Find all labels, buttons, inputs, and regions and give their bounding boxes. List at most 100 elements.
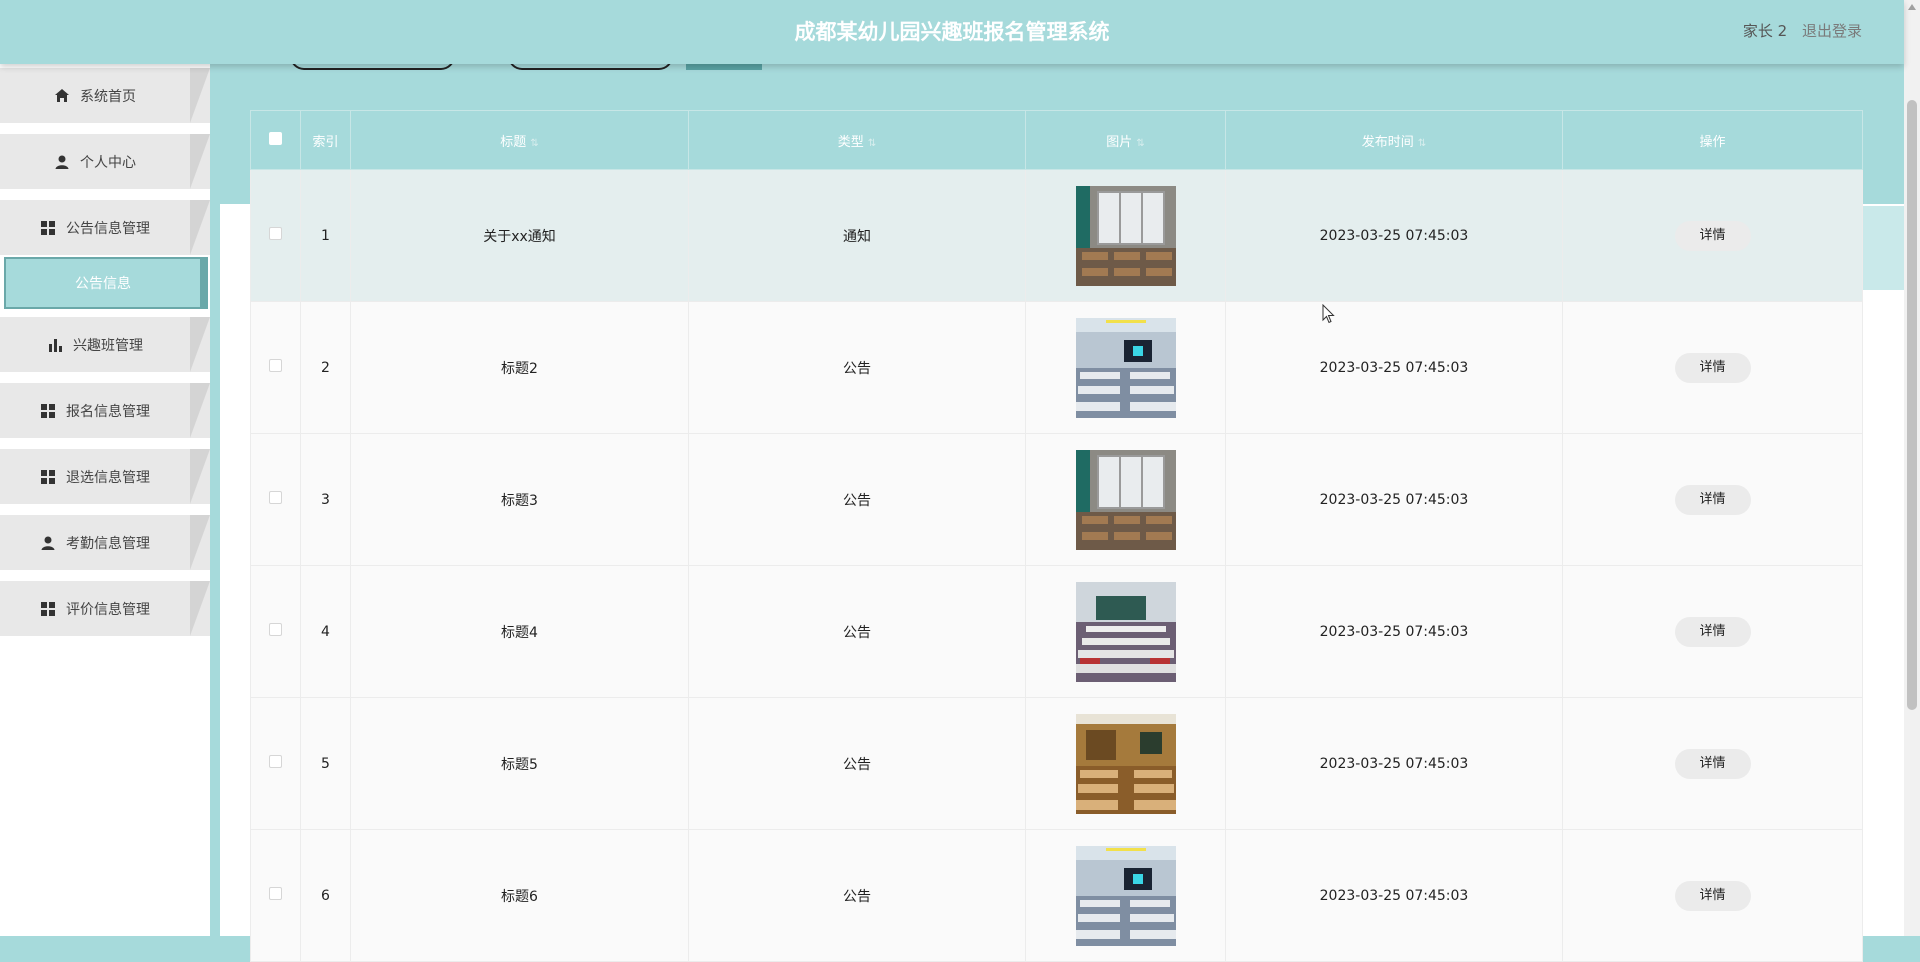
column-header-title[interactable]: 标题 ⇅: [350, 110, 689, 170]
column-header-index: 索引: [300, 110, 351, 170]
detail-button[interactable]: 详情: [1674, 220, 1751, 251]
sidebar: 系统首页 个人中心 公告信息管理 公告信息 兴趣班管理 报名信息管理 退选信息管…: [0, 64, 210, 936]
thumbnail-image[interactable]: [1075, 845, 1176, 946]
row-select-cell[interactable]: [250, 301, 301, 434]
classroom-photo: [1075, 845, 1176, 946]
cell-index: 5: [300, 697, 351, 830]
bar-chart-icon: [49, 338, 62, 352]
table-row[interactable]: 4 标题4 公告 2023-03-25 07:45:03 详情: [250, 565, 1863, 698]
cell-actions: 详情: [1562, 565, 1863, 698]
cell-index: 3: [300, 433, 351, 566]
detail-button[interactable]: 详情: [1674, 484, 1751, 515]
app-title: 成都某幼儿园兴趣班报名管理系统: [794, 20, 1110, 44]
row-select-cell[interactable]: [250, 433, 301, 566]
mouse-cursor-icon: [1322, 304, 1335, 324]
row-checkbox[interactable]: [269, 227, 282, 240]
page-scrollbar[interactable]: [1904, 0, 1920, 936]
sidebar-item-label: 系统首页: [80, 88, 136, 105]
sidebar-item-class[interactable]: 兴趣班管理: [0, 317, 210, 372]
table-row[interactable]: 6 标题6 公告 2023-03-25 07:45:03 详情: [250, 829, 1863, 962]
cell-index: 4: [300, 565, 351, 698]
sidebar-item-home[interactable]: 系统首页: [0, 68, 210, 123]
sidebar-item-signup[interactable]: 报名信息管理: [0, 383, 210, 438]
home-icon: [55, 88, 69, 102]
sidebar-subitem-label: 公告信息: [75, 276, 131, 292]
cell-actions: 详情: [1562, 829, 1863, 962]
sidebar-item-label: 兴趣班管理: [73, 337, 143, 354]
detail-button[interactable]: 详情: [1674, 748, 1751, 779]
sidebar-item-notice[interactable]: 公告信息管理: [0, 200, 210, 255]
grid-icon: [41, 403, 55, 418]
table-row[interactable]: 2 标题2 公告 2023-03-25 07:45:03 详情: [250, 301, 1863, 434]
select-all-checkbox[interactable]: [269, 131, 282, 145]
sidebar-subitem-notice-info[interactable]: 公告信息: [4, 257, 208, 309]
top-header: 成都某幼儿园兴趣班报名管理系统 家长 2 退出登录: [0, 0, 1904, 64]
cell-title: 标题5: [350, 697, 689, 830]
select-all-cell[interactable]: [250, 110, 301, 170]
row-select-cell[interactable]: [250, 697, 301, 830]
grid-icon: [41, 469, 55, 484]
sidebar-item-label: 退选信息管理: [66, 469, 150, 486]
thumbnail-image[interactable]: [1075, 713, 1176, 814]
scroll-up-arrow[interactable]: [1908, 4, 1916, 10]
detail-button[interactable]: 详情: [1674, 616, 1751, 647]
classroom-photo: [1075, 185, 1176, 286]
row-checkbox[interactable]: [269, 623, 282, 636]
content-panel: 索引 标题 ⇅ 类型 ⇅ 图片 ⇅ 发布时间 ⇅ 操作 1 关于xx通知 通知 2023-03…: [220, 72, 1904, 962]
detail-button[interactable]: 详情: [1674, 880, 1751, 911]
cell-publish-time: 2023-03-25 07:45:03: [1225, 697, 1563, 830]
column-header-image[interactable]: 图片 ⇅: [1025, 110, 1226, 170]
user-icon: [41, 536, 55, 550]
cell-publish-time: 2023-03-25 07:45:03: [1225, 169, 1563, 302]
sidebar-item-label: 报名信息管理: [66, 403, 150, 420]
cell-type: 通知: [688, 169, 1026, 302]
cell-type: 公告: [688, 829, 1026, 962]
logout-link[interactable]: 退出登录: [1802, 22, 1862, 40]
cell-publish-time: 2023-03-25 07:45:03: [1225, 301, 1563, 434]
detail-button[interactable]: 详情: [1674, 352, 1751, 383]
cell-image: [1025, 697, 1226, 830]
sidebar-item-attendance[interactable]: 考勤信息管理: [0, 515, 210, 570]
cell-title: 标题2: [350, 301, 689, 434]
row-checkbox[interactable]: [269, 491, 282, 504]
table-row[interactable]: 1 关于xx通知 通知 2023-03-25 07:45:03 详情: [250, 169, 1863, 302]
column-header-actions: 操作: [1562, 110, 1863, 170]
scroll-thumb[interactable]: [1907, 100, 1917, 710]
cell-type: 公告: [688, 697, 1026, 830]
cell-image: [1025, 433, 1226, 566]
row-select-cell[interactable]: [250, 829, 301, 962]
cell-publish-time: 2023-03-25 07:45:03: [1225, 565, 1563, 698]
sort-icon[interactable]: ⇅: [530, 138, 538, 149]
thumbnail-image[interactable]: [1075, 581, 1176, 682]
cell-index: 2: [300, 301, 351, 434]
username: 家长 2: [1742, 22, 1788, 40]
cell-type: 公告: [688, 565, 1026, 698]
row-checkbox[interactable]: [269, 359, 282, 372]
cell-actions: 详情: [1562, 301, 1863, 434]
column-header-time[interactable]: 发布时间 ⇅: [1225, 110, 1563, 170]
table-row[interactable]: 5 标题5 公告 2023-03-25 07:45:03 详情: [250, 697, 1863, 830]
row-select-cell[interactable]: [250, 169, 301, 302]
row-checkbox[interactable]: [269, 755, 282, 768]
sidebar-item-withdraw[interactable]: 退选信息管理: [0, 449, 210, 504]
thumbnail-image[interactable]: [1075, 185, 1176, 286]
row-checkbox[interactable]: [269, 887, 282, 900]
thumbnail-image[interactable]: [1075, 317, 1176, 418]
cell-title: 关于xx通知: [350, 169, 689, 302]
table-row[interactable]: 3 标题3 公告 2023-03-25 07:45:03 详情: [250, 433, 1863, 566]
row-select-cell[interactable]: [250, 565, 301, 698]
sort-icon[interactable]: ⇅: [1418, 138, 1426, 149]
cell-title: 标题3: [350, 433, 689, 566]
classroom-photo: [1075, 713, 1176, 814]
grid-icon: [41, 601, 55, 616]
sidebar-item-evaluation[interactable]: 评价信息管理: [0, 581, 210, 636]
sort-icon[interactable]: ⇅: [868, 138, 876, 149]
thumbnail-image[interactable]: [1075, 449, 1176, 550]
user-icon: [55, 155, 69, 169]
notice-table: 索引 标题 ⇅ 类型 ⇅ 图片 ⇅ 发布时间 ⇅ 操作 1 关于xx通知 通知 2023-03…: [250, 110, 1863, 962]
cell-publish-time: 2023-03-25 07:45:03: [1225, 829, 1563, 962]
sidebar-item-label: 个人中心: [80, 154, 136, 171]
sort-icon[interactable]: ⇅: [1136, 138, 1144, 149]
column-header-type[interactable]: 类型 ⇅: [688, 110, 1026, 170]
sidebar-item-profile[interactable]: 个人中心: [0, 134, 210, 189]
